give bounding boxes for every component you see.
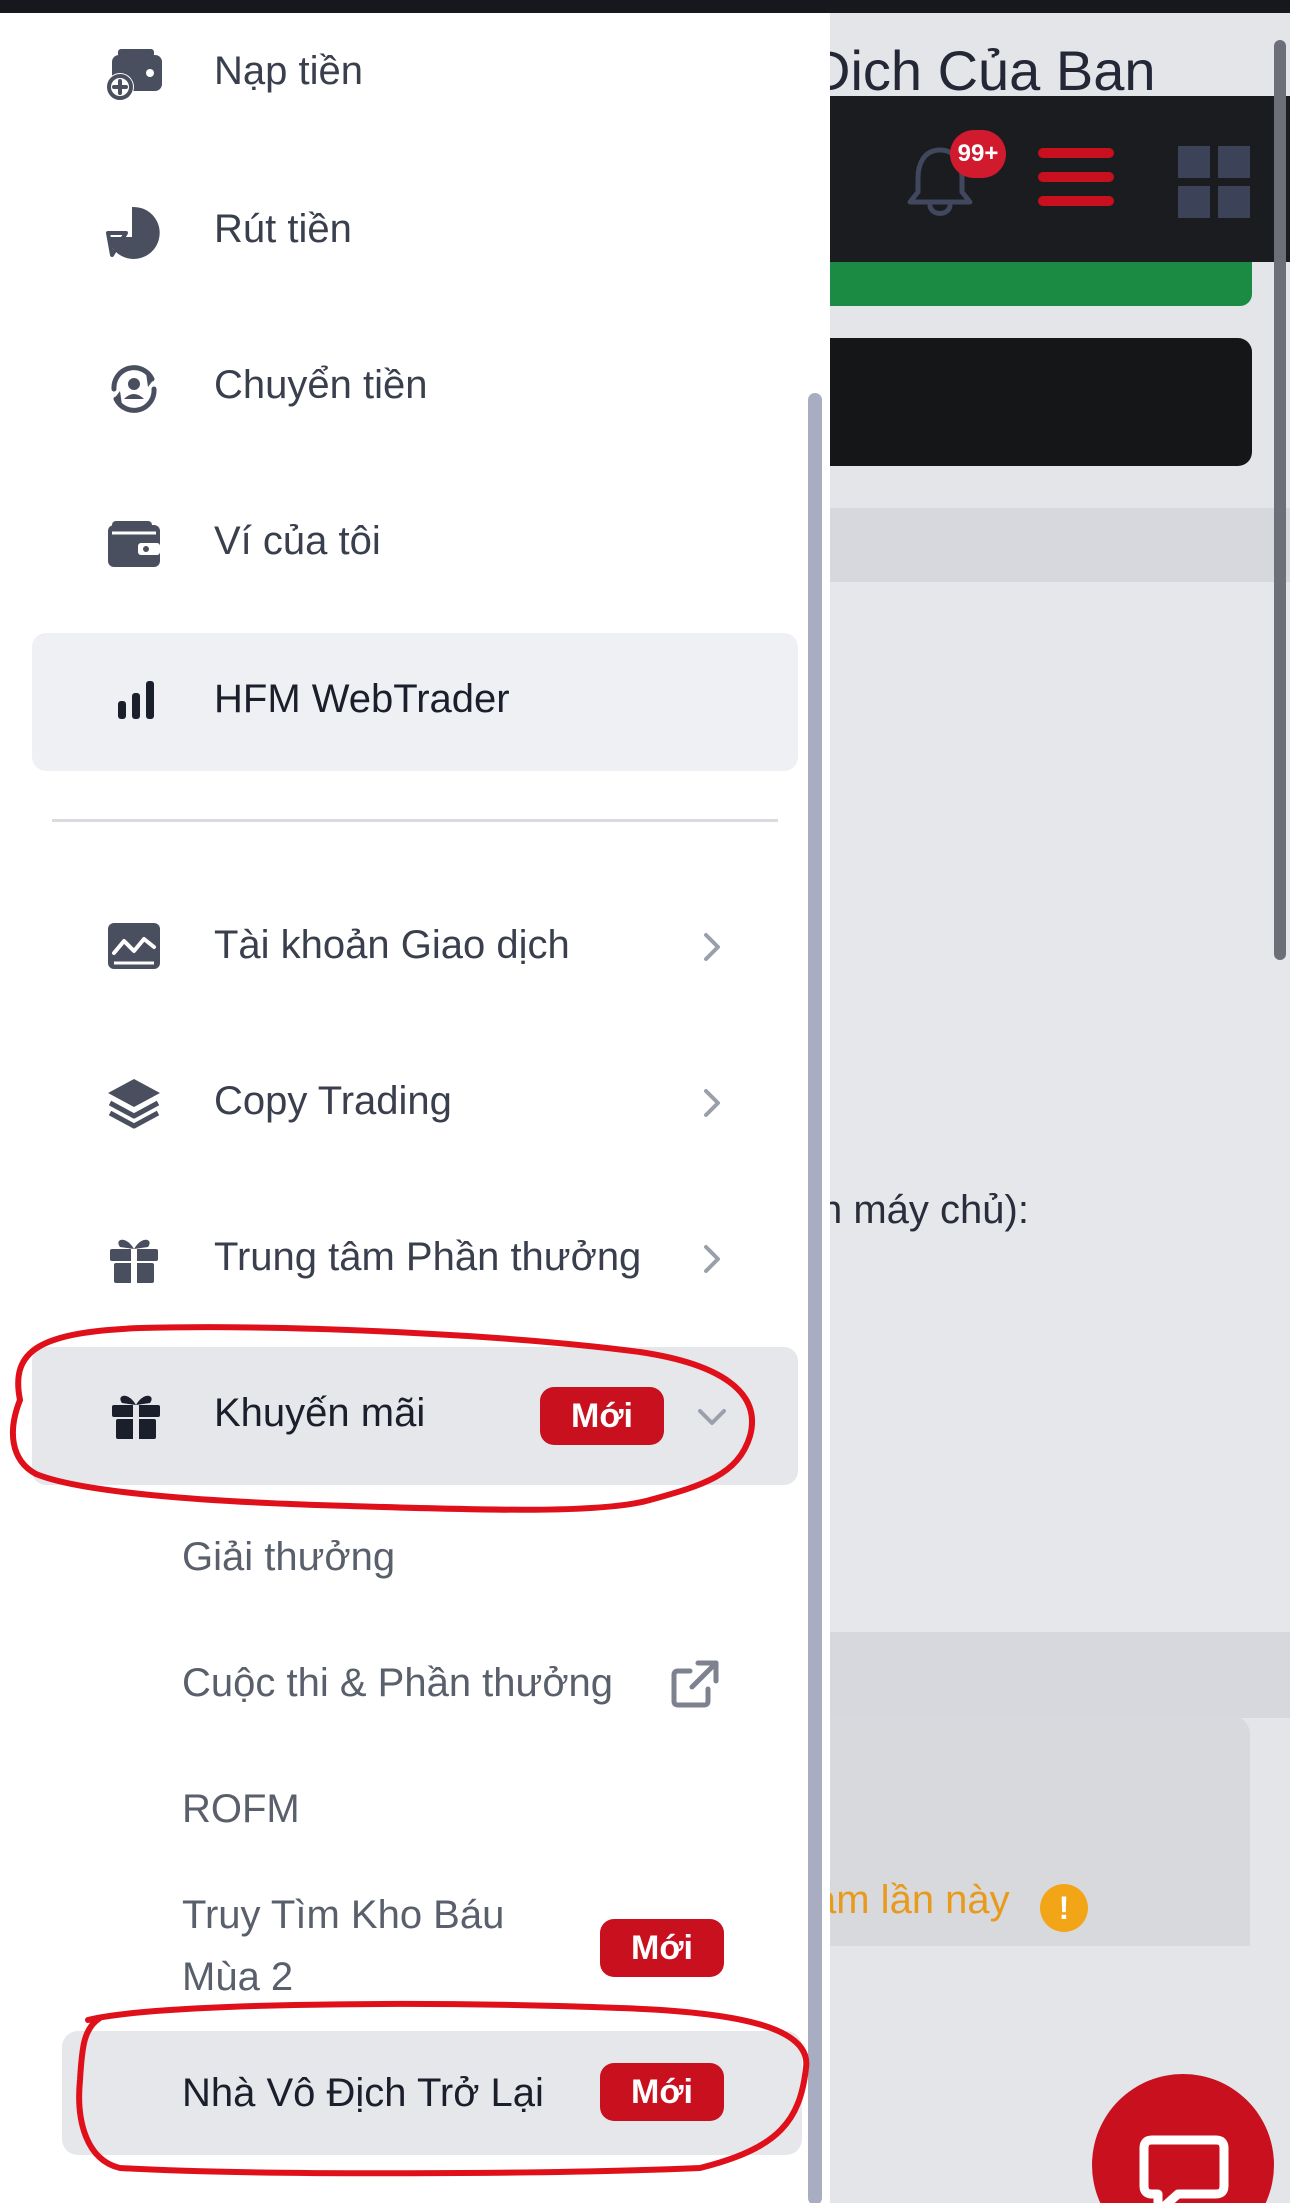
menu-item-rewards-center[interactable]: Trung tâm Phần thưởng: [32, 1191, 798, 1329]
menu-label: Nạp tiền: [214, 49, 363, 93]
menu-item-wallet[interactable]: Ví của tôi: [32, 475, 798, 613]
menu-label: Ví của tôi: [214, 519, 381, 563]
menu-label: Chuyển tiền: [214, 363, 428, 407]
layers-icon: [108, 1079, 160, 1129]
drawer-scrollbar[interactable]: [808, 393, 822, 2203]
trading-account-icon: [108, 923, 160, 969]
chevron-right-icon: [704, 1089, 720, 1117]
menu-label: Trung tâm Phần thưởng: [214, 1235, 642, 1279]
menu-item-webtrader[interactable]: HFM WebTrader: [32, 633, 798, 771]
submenu-label-line2: Mùa 2: [182, 1955, 294, 1999]
chevron-right-icon: [704, 933, 720, 961]
chevron-down-icon: [698, 1409, 726, 1425]
menu-label: Rút tiền: [214, 207, 352, 251]
menu-item-promotions[interactable]: Khuyến mãi Mới: [32, 1347, 798, 1485]
transfer-icon: [111, 365, 157, 413]
page-scrollbar[interactable]: [1274, 40, 1286, 960]
menu-item-transfer[interactable]: Chuyển tiền: [32, 319, 798, 457]
withdraw-icon: [106, 206, 160, 259]
new-badge: Mới: [600, 1919, 724, 1977]
gift-icon: [112, 1395, 160, 1439]
deposit-icon: [106, 49, 162, 101]
bar-chart-icon: [118, 681, 154, 719]
menu-label: HFM WebTrader: [214, 677, 510, 721]
submenu-item-prizes[interactable]: Giải thưởng: [182, 1533, 395, 1581]
notification-badge: 99+: [950, 130, 1006, 178]
chevron-right-icon: [704, 1245, 720, 1273]
content-panel: [810, 582, 1290, 1632]
green-action-bar[interactable]: [810, 262, 1252, 306]
external-link-icon[interactable]: [668, 1657, 722, 1711]
menu-label: Khuyến mãi: [214, 1391, 426, 1435]
new-badge: Mới: [540, 1387, 664, 1445]
submenu-label: Nhà Vô Địch Trở Lại: [182, 2071, 544, 2115]
chat-icon: [1139, 2135, 1229, 2203]
menu-item-copy-trading[interactable]: Copy Trading: [32, 1035, 798, 1173]
page-title: Dich Của Ban: [810, 39, 1156, 102]
navigation-drawer: Nạp tiền Rút tiền Chuyển tiền Ví của tôi…: [0, 13, 830, 2203]
section-band: [810, 508, 1290, 582]
wallet-icon: [108, 521, 160, 567]
new-badge: Mới: [600, 2063, 724, 2121]
apps-grid-icon[interactable]: [1178, 146, 1250, 218]
warning-text: ám lần này: [814, 1878, 1010, 1922]
server-label: n máy chủ):: [820, 1188, 1029, 1232]
dark-action-box[interactable]: [810, 338, 1252, 466]
submenu-item-contests[interactable]: Cuộc thi & Phần thưởng: [182, 1659, 613, 1707]
submenu-item-champion-returns[interactable]: Nhà Vô Địch Trở Lại Mới: [62, 2031, 802, 2155]
hamburger-menu-icon[interactable]: [1038, 148, 1114, 208]
menu-item-withdraw[interactable]: Rút tiền: [32, 163, 798, 301]
menu-item-trading-accounts[interactable]: Tài khoản Giao dịch: [32, 879, 798, 1017]
submenu-item-treasure-hunt[interactable]: Truy Tìm Kho Báu Mùa 2: [182, 1891, 504, 2001]
menu-label: Copy Trading: [214, 1079, 452, 1123]
menu-item-deposit[interactable]: Nạp tiền: [32, 7, 798, 145]
submenu-label-line1: Truy Tìm Kho Báu: [182, 1893, 505, 1937]
submenu-item-rofm[interactable]: ROFM: [182, 1785, 300, 1833]
menu-label: Tài khoản Giao dịch: [214, 923, 570, 967]
divider: [52, 819, 778, 822]
gift-icon: [110, 1239, 158, 1283]
warning-icon: !: [1040, 1884, 1088, 1932]
section-band: [810, 1632, 1290, 1718]
